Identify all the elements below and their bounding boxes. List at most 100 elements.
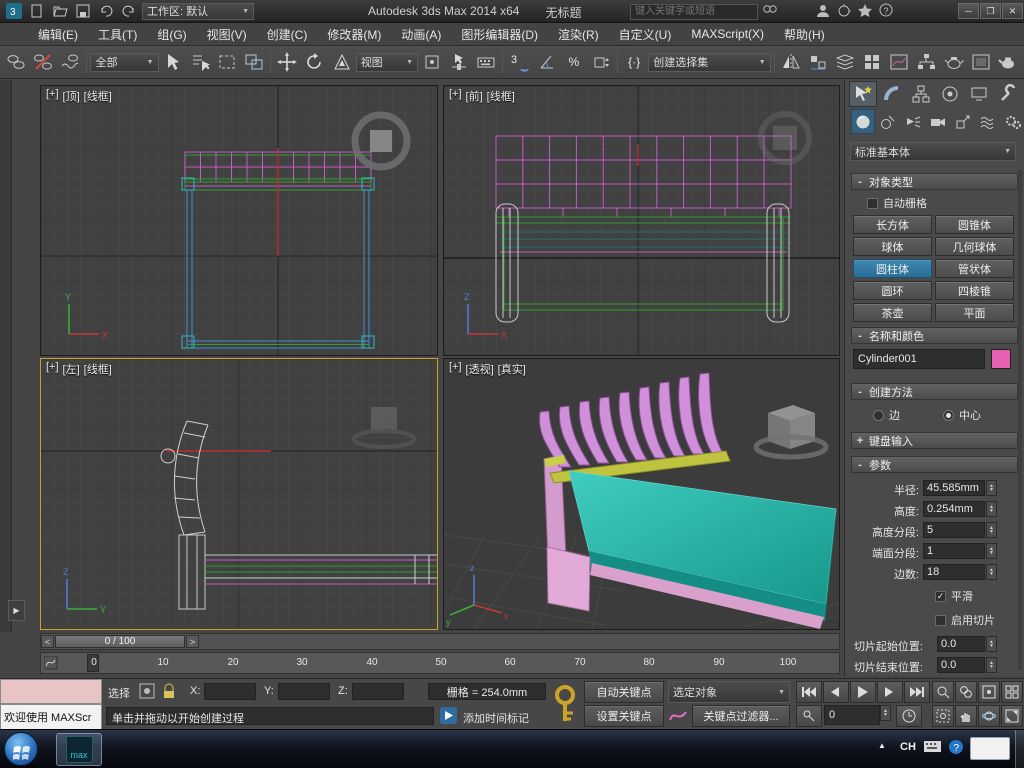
cap-segments-field[interactable]: 1 [923, 543, 985, 559]
radius-field[interactable]: 45.585mm [923, 480, 985, 496]
menu-graph-editors[interactable]: 图形编辑器(D) [451, 26, 548, 43]
time-slider-handle[interactable]: 0 / 100 [55, 635, 185, 648]
slice-from-field[interactable]: 0.0 [937, 636, 985, 652]
render-setup-icon[interactable] [941, 49, 967, 76]
render-production-icon[interactable] [995, 49, 1021, 76]
previous-frame-arrow[interactable]: < [41, 635, 54, 648]
smooth-checkbox[interactable]: ✓ [935, 590, 946, 602]
radius-spinner[interactable]: ▲ ▼ [986, 480, 997, 496]
menu-edit[interactable]: 编辑(E) [28, 26, 88, 43]
snaps-toggle-icon[interactable]: 3 [506, 49, 532, 76]
button-cylinder[interactable]: 圆柱体 [853, 259, 932, 278]
category-space-warps[interactable] [976, 109, 1000, 134]
button-geosphere[interactable]: 几何球体 [935, 237, 1014, 256]
menu-create[interactable]: 创建(C) [257, 26, 318, 43]
current-frame-field[interactable] [824, 705, 880, 725]
play-button[interactable] [850, 681, 876, 703]
key-filter-dropdown[interactable]: 选定对象 ▼ [668, 681, 790, 703]
viewport-shading-label[interactable]: [线框] [487, 88, 515, 104]
mirror-icon[interactable] [778, 49, 804, 76]
tray-clock-area[interactable] [970, 737, 1010, 760]
button-cone[interactable]: 圆锥体 [935, 215, 1014, 234]
mini-curve-editor-icon[interactable] [43, 655, 58, 673]
graphite-ribbon-icon[interactable] [859, 49, 885, 76]
layer-manager-icon[interactable] [832, 49, 858, 76]
height-segments-field[interactable]: 5 [923, 522, 985, 538]
coordinate-system-dropdown[interactable]: 视图 ▼ [355, 52, 418, 72]
window-crossing-icon[interactable] [241, 49, 267, 76]
maxscript-mini-listener[interactable]: 欢迎使用 MAXScr [0, 704, 102, 730]
save-file-icon[interactable] [73, 2, 93, 20]
viewport-view-label[interactable]: [透视] [466, 361, 494, 377]
button-sphere[interactable]: 球体 [853, 237, 932, 256]
set-key-button[interactable]: 设置关键点 [584, 705, 664, 727]
zoom-extents-all-icon[interactable] [1001, 681, 1023, 703]
sides-spinner[interactable]: ▲ ▼ [986, 564, 997, 580]
creation-edge-option[interactable]: 边 [873, 407, 900, 423]
object-color-swatch[interactable] [991, 349, 1011, 369]
maximize-viewport-toggle[interactable] [1001, 705, 1023, 727]
autogrid-checkbox[interactable]: ✓ [867, 197, 878, 209]
menu-group[interactable]: 组(G) [147, 26, 196, 43]
bind-to-space-warp-icon[interactable] [57, 49, 83, 76]
viewport-menu-toggle[interactable]: [+] [449, 361, 462, 377]
maximize-button[interactable]: ❐ [980, 3, 1001, 19]
select-object-icon[interactable] [160, 49, 186, 76]
rendered-frame-window-icon[interactable] [968, 49, 994, 76]
selection-lock-icon[interactable] [160, 682, 178, 703]
category-lights[interactable] [901, 109, 925, 134]
selection-filter-dropdown[interactable]: 全部 ▼ [90, 52, 159, 72]
auto-key-button[interactable]: 自动关键点 [584, 681, 664, 703]
key-filters-button[interactable]: 关键点过滤器... [692, 705, 790, 727]
start-button[interactable] [4, 732, 38, 766]
creation-center-option[interactable]: 中心 [943, 407, 981, 423]
viewport-front[interactable]: Z X [+] [前] [线框] [443, 85, 840, 356]
add-time-tag[interactable]: 添加时间标记 [463, 710, 529, 726]
tray-expand-icon[interactable]: ▲ [878, 741, 886, 750]
search-input[interactable] [630, 3, 758, 20]
unlink-selection-icon[interactable] [30, 49, 56, 76]
select-by-name-icon[interactable] [187, 49, 213, 76]
favorites-icon[interactable] [858, 3, 873, 21]
next-frame-button[interactable] [877, 681, 903, 703]
viewport-top[interactable]: Y X [+] [顶] [线框] [40, 85, 438, 356]
next-frame-arrow[interactable]: > [186, 635, 199, 648]
cap-segments-spinner[interactable]: ▲ ▼ [986, 543, 997, 559]
slice-to-field[interactable]: 0.0 [937, 657, 985, 673]
viewport-shading-label[interactable]: [真实] [498, 361, 526, 377]
select-and-manipulate-icon[interactable] [446, 49, 472, 76]
viewport-menu-toggle[interactable]: [+] [449, 88, 462, 104]
tab-motion[interactable] [936, 81, 964, 107]
tray-help-icon[interactable]: ? [948, 739, 964, 758]
viewport-view-label[interactable]: [左] [63, 361, 80, 377]
key-filter-curve-icon[interactable] [668, 707, 688, 728]
open-file-icon[interactable] [50, 2, 70, 20]
zoom-extents-icon[interactable] [978, 681, 1000, 703]
time-configuration-button[interactable] [896, 705, 922, 727]
previous-frame-button[interactable] [823, 681, 849, 703]
viewport-shading-label[interactable]: [线框] [84, 88, 112, 104]
height-field[interactable]: 0.254mm [923, 501, 985, 517]
go-to-start-button[interactable] [796, 681, 822, 703]
keyboard-override-icon[interactable] [473, 49, 499, 76]
communication-center-icon[interactable] [837, 3, 852, 21]
object-category-dropdown[interactable]: 标准基本体 ▼ [850, 142, 1016, 161]
select-and-link-icon[interactable] [3, 49, 29, 76]
go-to-end-button[interactable] [904, 681, 930, 703]
close-button[interactable]: ✕ [1002, 3, 1023, 19]
category-cameras[interactable] [926, 109, 950, 134]
slice-from-spinner[interactable]: ▲ ▼ [986, 636, 997, 652]
category-helpers[interactable] [951, 109, 975, 134]
percent-snap-icon[interactable]: % [561, 49, 587, 76]
macro-recorder-pane[interactable] [0, 679, 102, 704]
use-pivot-center-icon[interactable] [419, 49, 445, 76]
select-and-scale-icon[interactable] [329, 49, 355, 76]
z-coordinate-field[interactable] [352, 683, 404, 700]
align-icon[interactable] [805, 49, 831, 76]
track-bar[interactable]: 0 10 20 30 40 50 60 70 80 90 100 [40, 652, 840, 674]
set-key-big-icon[interactable] [550, 683, 580, 729]
curve-editor-icon[interactable] [886, 49, 912, 76]
zoom-icon[interactable] [932, 681, 954, 703]
spinner-snap-icon[interactable] [588, 49, 614, 76]
rollout-name-color[interactable]: - 名称和颜色 [851, 327, 1018, 344]
